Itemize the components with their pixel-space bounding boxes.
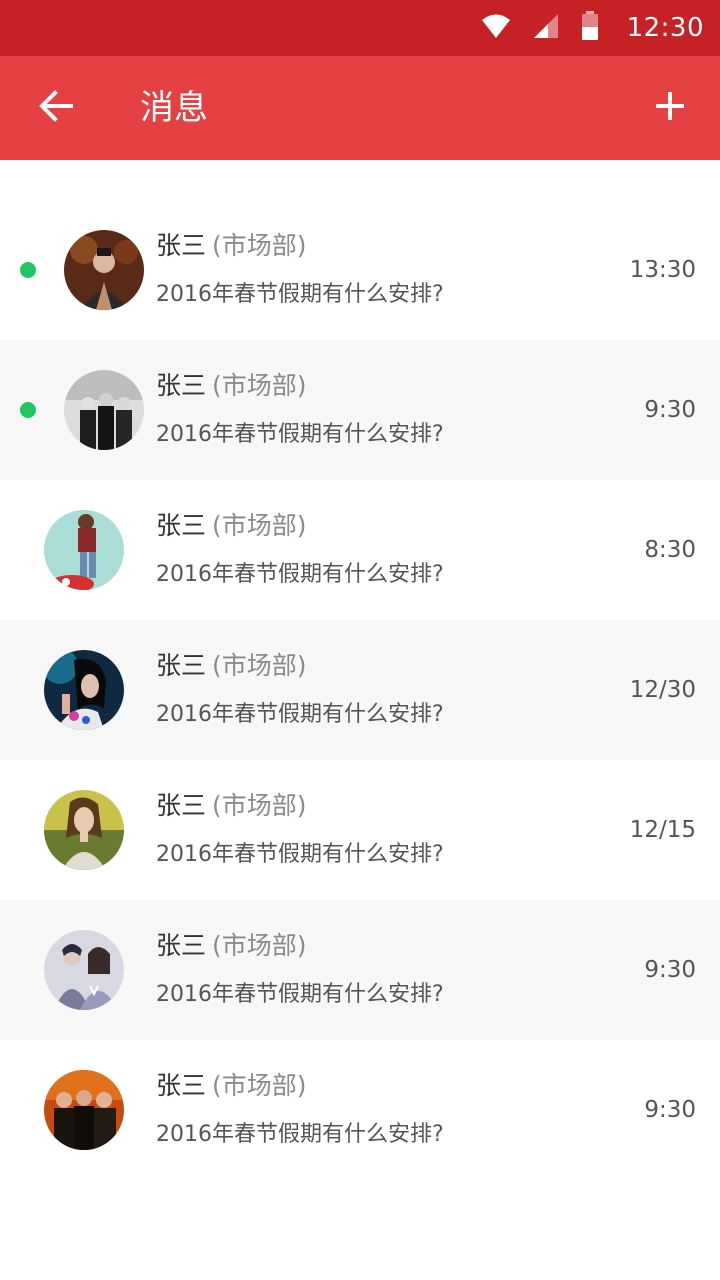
contact-line: 张三 (市场部) xyxy=(156,928,307,964)
message-row[interactable]: 张三 (市场部) 2016年春节假期有什么安排? 9:30 xyxy=(0,340,720,480)
back-button[interactable] xyxy=(26,78,86,138)
contact-name: 张三 xyxy=(156,371,207,400)
contact-dept: (市场部) xyxy=(212,371,307,400)
message-time: 9:30 xyxy=(644,957,696,983)
status-icons: 12:30 xyxy=(481,0,704,56)
message-time: 12/15 xyxy=(629,817,696,843)
message-time: 9:30 xyxy=(644,1097,696,1123)
battery-icon xyxy=(581,11,599,45)
page-title: 消息 xyxy=(140,88,208,128)
message-preview: 2016年春节假期有什么安排? xyxy=(156,702,444,727)
avatar xyxy=(44,650,124,730)
message-preview: 2016年春节假期有什么安排? xyxy=(156,562,444,587)
message-preview: 2016年春节假期有什么安排? xyxy=(156,842,444,867)
contact-dept: (市场部) xyxy=(212,651,307,680)
contact-line: 张三 (市场部) xyxy=(156,1068,307,1104)
contact-line: 张三 (市场部) xyxy=(156,228,307,264)
signal-icon xyxy=(533,13,559,43)
contact-line: 张三 (市场部) xyxy=(156,648,307,684)
message-preview: 2016年春节假期有什么安排? xyxy=(156,422,444,447)
wifi-icon xyxy=(481,13,511,43)
contact-name: 张三 xyxy=(156,651,207,680)
message-preview: 2016年春节假期有什么安排? xyxy=(156,1122,444,1147)
message-preview: 2016年春节假期有什么安排? xyxy=(156,282,444,307)
add-button[interactable] xyxy=(640,78,700,138)
unread-dot xyxy=(20,262,36,278)
avatar xyxy=(44,1070,124,1150)
contact-name: 张三 xyxy=(156,1071,207,1100)
avatar xyxy=(44,510,124,590)
contact-dept: (市场部) xyxy=(212,931,307,960)
message-time: 9:30 xyxy=(644,397,696,423)
avatar xyxy=(44,790,124,870)
message-row[interactable]: 张三 (市场部) 2016年春节假期有什么安排? 8:30 xyxy=(0,480,720,620)
message-time: 12/30 xyxy=(629,677,696,703)
message-time: 8:30 xyxy=(644,537,696,563)
contact-dept: (市场部) xyxy=(212,511,307,540)
contact-name: 张三 xyxy=(156,791,207,820)
contact-name: 张三 xyxy=(156,931,207,960)
plus-icon xyxy=(654,90,686,126)
contact-line: 张三 (市场部) xyxy=(156,508,307,544)
message-list: 张三 (市场部) 2016年春节假期有什么安排? 13:30 张三 (市场部) 20… xyxy=(0,200,720,1180)
status-bar: 12:30 xyxy=(0,0,720,56)
avatar xyxy=(64,370,144,450)
contact-line: 张三 (市场部) xyxy=(156,368,307,404)
status-time: 12:30 xyxy=(626,13,704,43)
unread-dot xyxy=(20,402,36,418)
contact-line: 张三 (市场部) xyxy=(156,788,307,824)
contact-dept: (市场部) xyxy=(212,1071,307,1100)
app-bar: 消息 xyxy=(0,56,720,160)
message-preview: 2016年春节假期有什么安排? xyxy=(156,982,444,1007)
avatar xyxy=(64,230,144,310)
avatar xyxy=(44,930,124,1010)
message-row[interactable]: 张三 (市场部) 2016年春节假期有什么安排? 13:30 xyxy=(0,200,720,340)
contact-name: 张三 xyxy=(156,511,207,540)
message-time: 13:30 xyxy=(629,257,696,283)
contact-dept: (市场部) xyxy=(212,231,307,260)
contact-dept: (市场部) xyxy=(212,791,307,820)
message-row[interactable]: 张三 (市场部) 2016年春节假期有什么安排? 12/15 xyxy=(0,760,720,900)
message-row[interactable]: 张三 (市场部) 2016年春节假期有什么安排? 12/30 xyxy=(0,620,720,760)
message-row[interactable]: 张三 (市场部) 2016年春节假期有什么安排? 9:30 xyxy=(0,900,720,1040)
contact-name: 张三 xyxy=(156,231,207,260)
arrow-left-icon xyxy=(38,88,74,128)
message-row[interactable]: 张三 (市场部) 2016年春节假期有什么安排? 9:30 xyxy=(0,1040,720,1180)
